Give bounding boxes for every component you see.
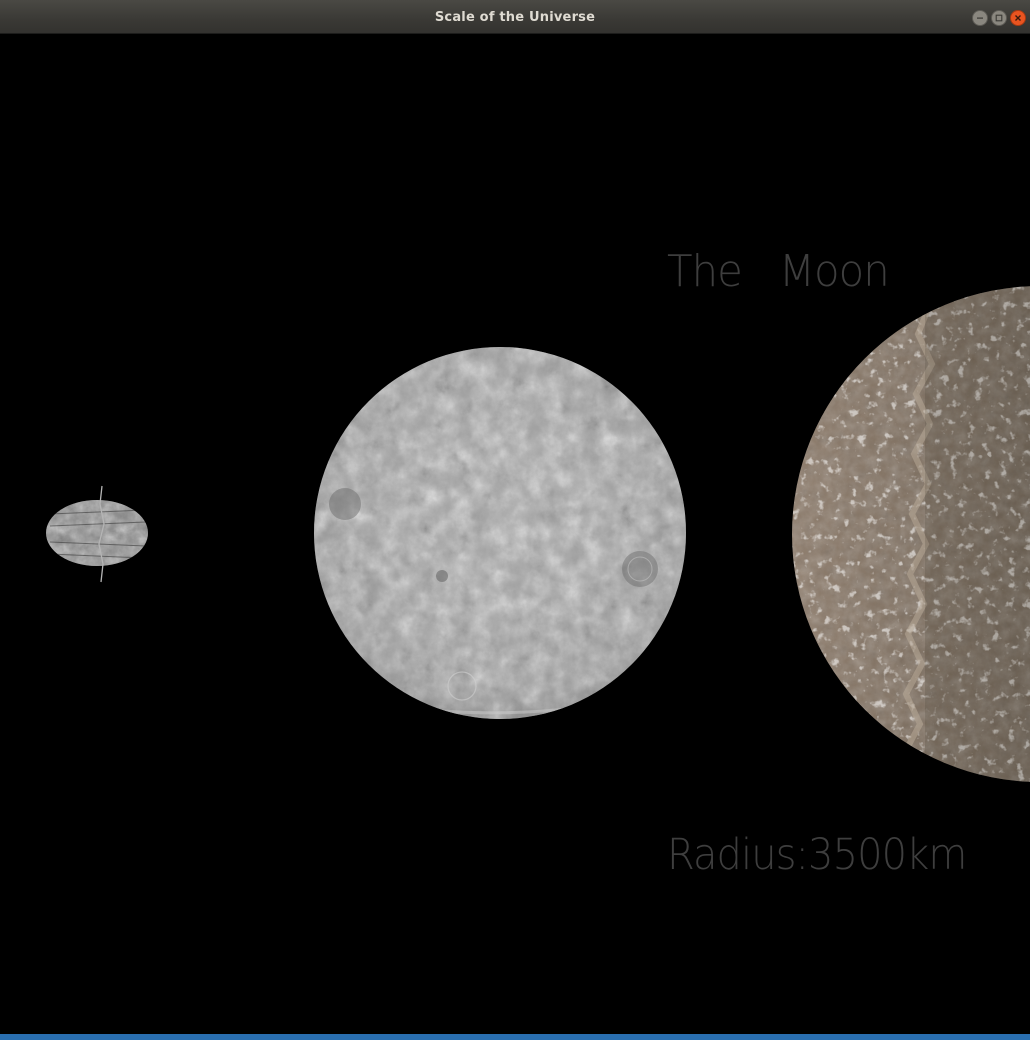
minimize-icon xyxy=(977,17,983,19)
close-button[interactable] xyxy=(1010,10,1026,26)
radius-label: Radius:3500km xyxy=(667,830,967,880)
app-window: Scale of the Universe The Moon Radius:35… xyxy=(0,0,1030,1040)
render-viewport[interactable]: The Moon Radius:3500km xyxy=(0,34,1030,1034)
minimize-button[interactable] xyxy=(972,10,988,26)
small-asteroid xyxy=(46,485,148,583)
callisto-like-moon xyxy=(792,286,1030,782)
title-bar[interactable]: Scale of the Universe xyxy=(0,0,1030,34)
window-bottom-border xyxy=(0,1034,1030,1040)
close-icon xyxy=(1015,15,1021,21)
maximize-button[interactable] xyxy=(991,10,1007,26)
window-title: Scale of the Universe xyxy=(434,10,596,25)
maximize-icon xyxy=(995,14,1003,22)
scene-canvas xyxy=(46,286,1030,782)
the-moon xyxy=(314,347,686,719)
object-name-label: The Moon xyxy=(667,246,890,297)
